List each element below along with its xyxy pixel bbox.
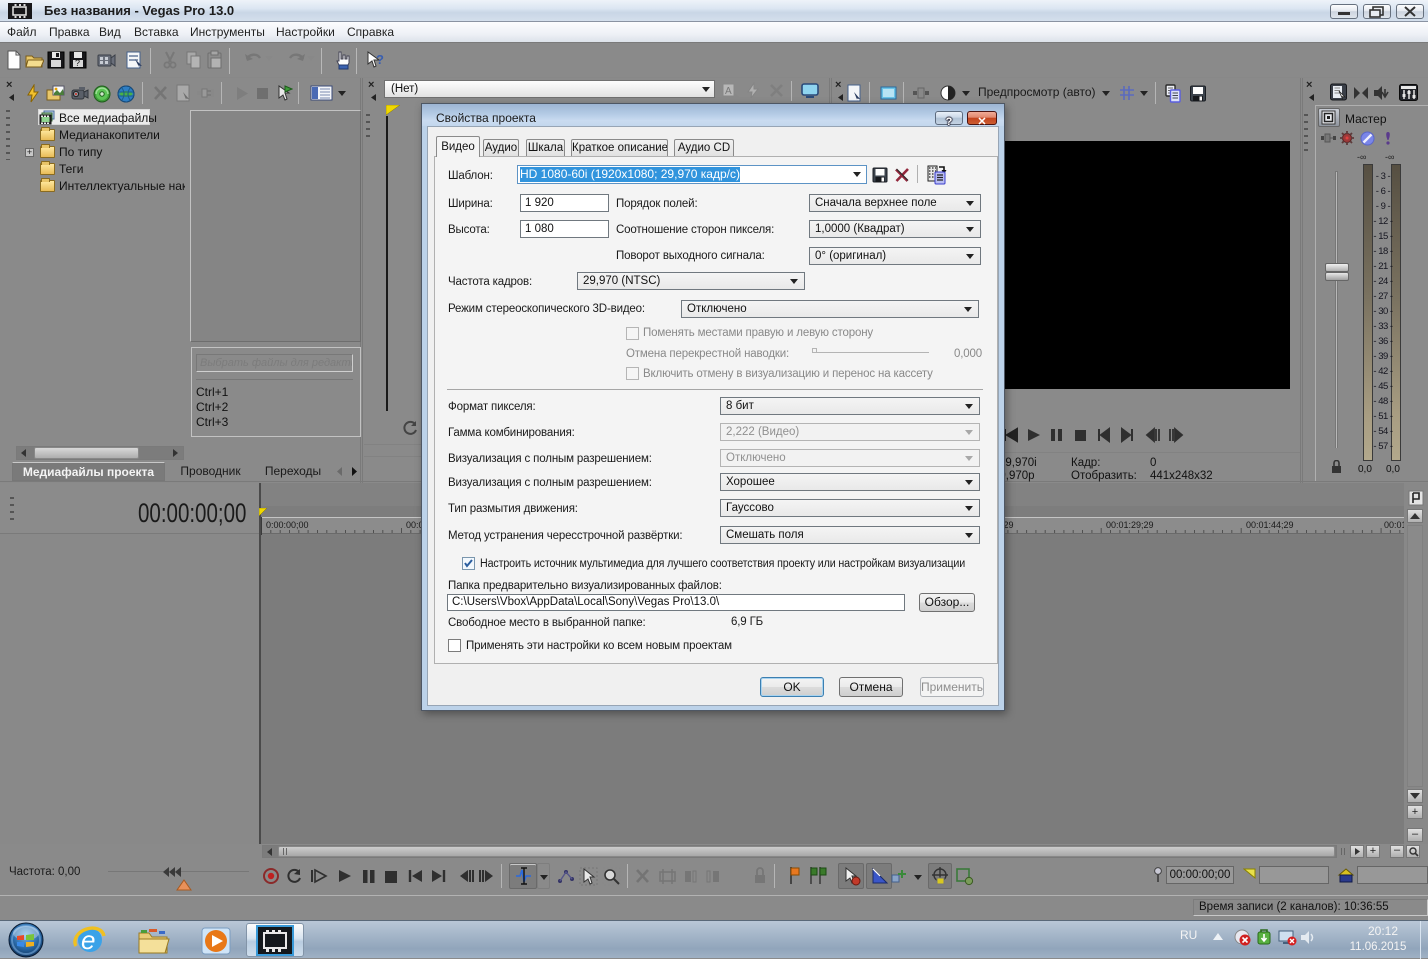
svg-text:?: ? — [376, 52, 384, 67]
svg-text:?: ? — [75, 58, 80, 68]
svg-text:A: A — [725, 86, 732, 97]
